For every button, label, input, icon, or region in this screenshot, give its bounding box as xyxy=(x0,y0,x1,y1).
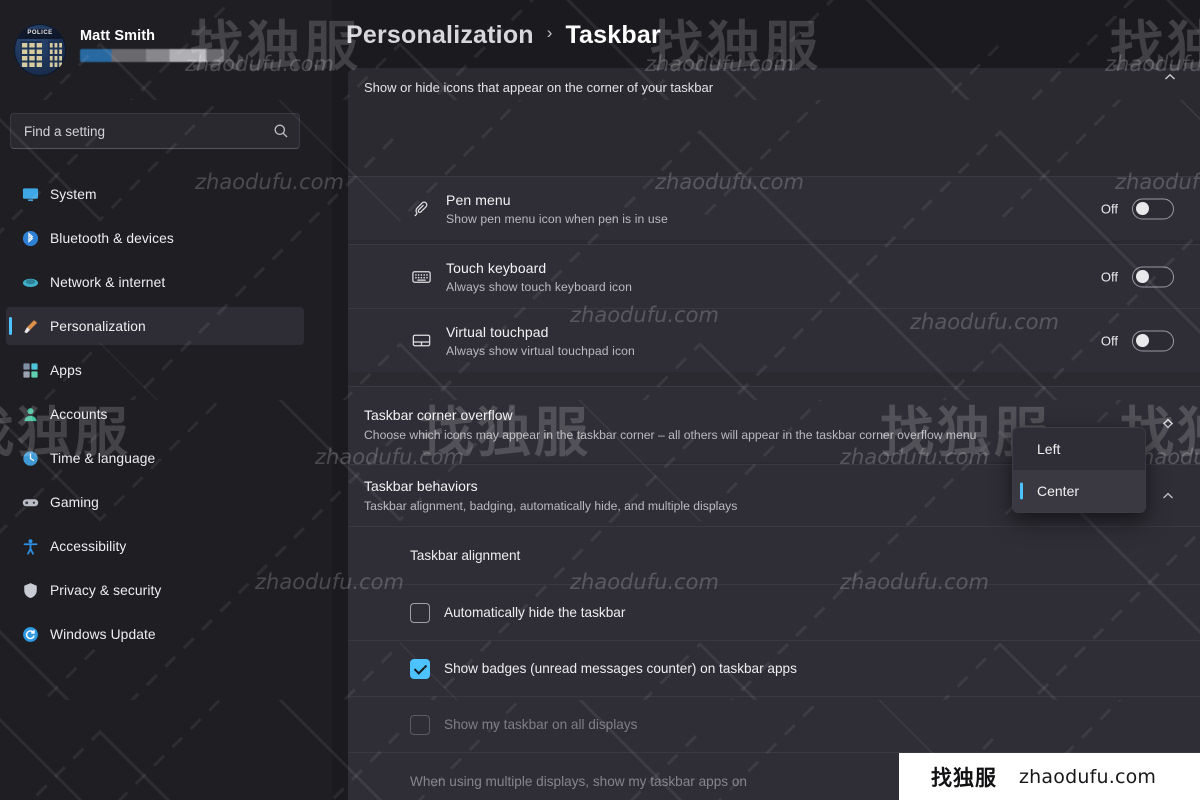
shield-icon xyxy=(21,581,39,599)
pen-menu-toggle[interactable] xyxy=(1132,198,1174,219)
pen-icon xyxy=(408,196,434,222)
row-show-badges[interactable]: Show badges (unread messages counter) on… xyxy=(348,640,1200,696)
sidebar-item-label: System xyxy=(50,186,97,202)
touchpad-icon xyxy=(408,328,434,354)
row-pen-menu[interactable]: Pen menu Show pen menu icon when pen is … xyxy=(348,176,1200,240)
search-input[interactable] xyxy=(24,123,273,139)
all-displays-checkbox xyxy=(410,714,430,735)
person-icon xyxy=(21,405,39,423)
dropdown-option-left[interactable]: Left xyxy=(1013,428,1145,470)
monitor-icon xyxy=(21,185,39,203)
auto-hide-label: Automatically hide the taskbar xyxy=(444,605,626,620)
sidebar-item-label: Windows Update xyxy=(50,626,156,642)
breadcrumb-parent[interactable]: Personalization xyxy=(346,21,534,50)
row-subtitle: Always show virtual touchpad icon xyxy=(446,343,635,358)
toggle-state-label: Off xyxy=(1100,201,1118,216)
sidebar-item-apps[interactable]: Apps xyxy=(6,351,304,389)
row-subtitle: Always show touch keyboard icon xyxy=(446,279,633,294)
row-taskbar-all-displays: Show my taskbar on all displays xyxy=(348,696,1200,752)
sidebar-item-label: Time & language xyxy=(50,450,156,466)
police-box-avatar xyxy=(14,24,66,76)
row-virtual-touchpad[interactable]: Virtual touchpad Always show virtual tou… xyxy=(348,308,1200,372)
wifi-icon xyxy=(21,273,39,291)
gamepad-icon xyxy=(21,493,39,511)
watermark-badge: 找独服 zhaodufu.com xyxy=(899,753,1200,800)
sidebar-item-label: Apps xyxy=(50,362,82,378)
user-profile[interactable]: Matt Smith xyxy=(14,24,224,76)
toggle-state-label: Off xyxy=(1100,269,1118,284)
touch-keyboard-toggle[interactable] xyxy=(1132,266,1174,287)
paintbrush-icon xyxy=(21,317,39,335)
settings-window: Matt Smith System Bluetooth & devices Netw… xyxy=(0,0,1200,800)
row-taskbar-alignment[interactable]: Taskbar alignment xyxy=(348,526,1200,584)
sidebar-item-privacy-security[interactable]: Privacy & security xyxy=(6,571,304,609)
row-title: Touch keyboard xyxy=(446,259,547,276)
breadcrumb: Personalization › Taskbar xyxy=(332,0,1200,70)
corner-icons-caption: Show or hide icons that appear on the co… xyxy=(348,68,1200,106)
keyboard-icon xyxy=(408,264,434,290)
show-badges-label: Show badges (unread messages counter) on… xyxy=(444,661,797,676)
watermark-badge-url: zhaodufu.com xyxy=(1019,765,1157,788)
sidebar-item-windows-update[interactable]: Windows Update xyxy=(6,615,304,653)
all-displays-label: Show my taskbar on all displays xyxy=(444,717,638,732)
sidebar-item-accessibility[interactable]: Accessibility xyxy=(6,527,304,565)
virtual-touchpad-toggle[interactable] xyxy=(1132,330,1174,351)
sidebar-nav: System Bluetooth & devices Network & inter… xyxy=(6,175,304,659)
chevron-up-icon[interactable] xyxy=(1160,488,1176,504)
apps-grid-icon xyxy=(21,361,39,379)
taskbar-alignment-label: Taskbar alignment xyxy=(410,548,521,563)
sidebar-item-label: Personalization xyxy=(50,318,146,334)
update-refresh-icon xyxy=(21,625,39,643)
dropdown-option-center[interactable]: Center xyxy=(1013,470,1145,512)
sidebar-item-network-internet[interactable]: Network & internet xyxy=(6,263,304,301)
row-title: Virtual touchpad xyxy=(446,323,549,340)
toggle-state-label: Off xyxy=(1100,333,1118,348)
user-name: Matt Smith xyxy=(80,28,156,44)
multi-display-label: When using multiple displays, show my ta… xyxy=(410,774,747,789)
sidebar-item-personalization[interactable]: Personalization xyxy=(6,307,304,345)
sidebar-item-bluetooth-devices[interactable]: Bluetooth & devices xyxy=(6,219,304,257)
dropdown-option-label: Center xyxy=(1037,483,1080,499)
dropdown-chevron-up-icon[interactable] xyxy=(1160,414,1178,428)
sidebar-item-system[interactable]: System xyxy=(6,175,304,213)
sidebar-item-label: Gaming xyxy=(50,494,99,510)
accessibility-icon xyxy=(21,537,39,555)
sidebar-item-label: Accessibility xyxy=(50,538,127,554)
sidebar-item-time-language[interactable]: Time & language xyxy=(6,439,304,477)
row-subtitle: Show pen menu icon when pen is in use xyxy=(446,211,668,226)
corner-icons-caption-text: Show or hide icons that appear on the co… xyxy=(364,79,714,95)
watermark-badge-cn: 找独服 xyxy=(931,765,997,790)
sidebar-item-label: Bluetooth & devices xyxy=(50,230,174,246)
sidebar-item-label: Accounts xyxy=(50,406,108,422)
taskbar-alignment-dropdown-flyout[interactable]: Left Center xyxy=(1012,427,1146,513)
page-title: Taskbar xyxy=(565,20,661,49)
sidebar-item-accounts[interactable]: Accounts xyxy=(6,395,304,433)
clock-globe-icon xyxy=(21,449,39,467)
bluetooth-icon xyxy=(21,229,39,247)
search-icon xyxy=(274,124,288,138)
sidebar-item-gaming[interactable]: Gaming xyxy=(6,483,304,521)
section-title: Taskbar corner overflow xyxy=(364,407,513,423)
search-box[interactable] xyxy=(10,113,300,149)
row-title: Pen menu xyxy=(446,191,511,208)
sidebar-item-label: Privacy & security xyxy=(50,582,162,598)
breadcrumb-separator-icon: › xyxy=(546,23,553,42)
user-email-censored xyxy=(80,49,224,62)
dropdown-option-label: Left xyxy=(1037,441,1061,457)
sidebar: Matt Smith System Bluetooth & devices Netw… xyxy=(0,0,332,800)
row-auto-hide[interactable]: Automatically hide the taskbar xyxy=(348,584,1200,640)
show-badges-checkbox[interactable] xyxy=(410,658,430,679)
auto-hide-checkbox[interactable] xyxy=(410,602,430,623)
chevron-up-icon-partial[interactable] xyxy=(1162,70,1178,80)
sidebar-item-label: Network & internet xyxy=(50,274,166,290)
row-touch-keyboard[interactable]: Touch keyboard Always show touch keyboar… xyxy=(348,244,1200,308)
